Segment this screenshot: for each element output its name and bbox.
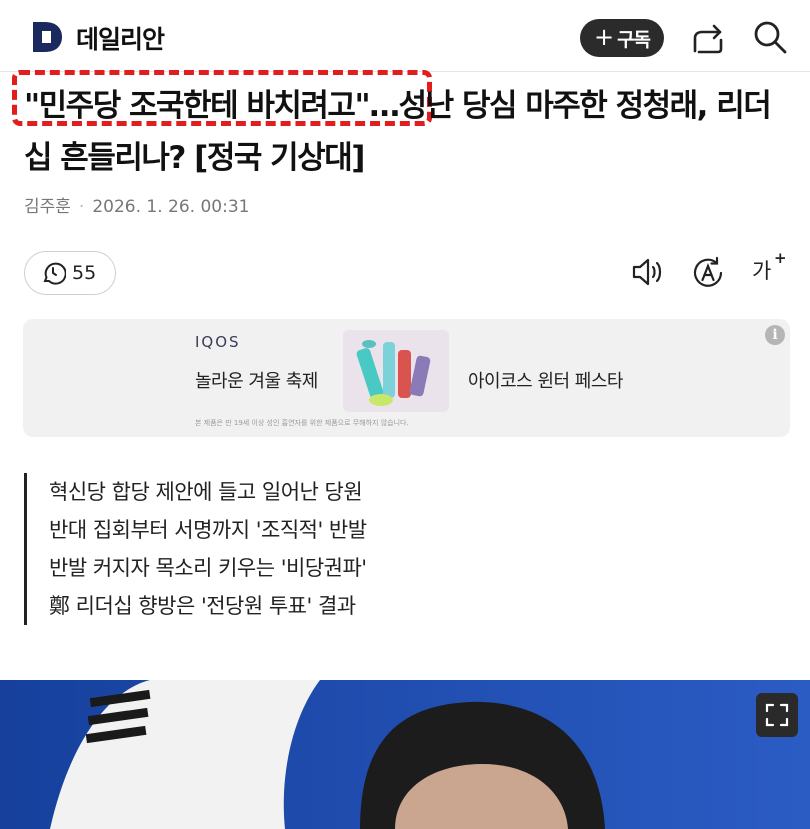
expand-photo-button[interactable] [756,693,798,737]
byline-separator: · [78,197,85,217]
search-icon[interactable] [752,19,788,55]
font-size-label: 가 [752,259,772,283]
summary-item: 혁신당 합당 제안에 들고 일어난 당원 [49,480,363,504]
comment-count: 55 [72,262,97,284]
article-photo[interactable] [0,680,810,829]
summary-item: 반대 집회부터 서명까지 '조직적' 반발 [49,518,367,542]
font-size-button[interactable]: 가 + [752,249,788,289]
subscribe-label: 구독 [617,28,651,51]
comment-button[interactable]: 55 [24,251,116,295]
ad-brand-logo: IQOS [195,333,241,351]
share-icon[interactable] [690,21,726,55]
top-bar: 데일리안 + 구독 [0,0,810,72]
ad-product-image [343,330,449,412]
article-summary: 혁신당 합당 제안에 들고 일어난 당원 반대 집회부터 서명까지 '조직적' … [24,473,367,625]
plus-icon: + [593,23,614,51]
expand-icon [765,703,789,727]
byline: 김주훈 · 2026. 1. 26. 00:31 [24,192,249,217]
ad-disclaimer: 본 제품은 만 19세 이상 성인 흡연자를 위한 제품으로 무해하지 않습니다… [195,419,409,427]
summary-item: 반발 커지자 목소리 키우는 '비당권파' [49,556,367,580]
font-size-plus-icon: + [774,249,787,267]
logo-text[interactable]: 데일리안 [76,20,165,56]
article-headline: "민주당 조국한테 바치려고"…성난 당심 마주한 정청래, 리더십 흔들리나?… [24,88,772,176]
logo-icon[interactable] [30,20,64,54]
speaker-icon[interactable] [630,254,666,290]
info-icon[interactable]: i [765,325,785,345]
ad-tagline: 놀라운 겨울 축제 [195,371,318,392]
ad-title: 아이코스 윈터 페스타 [468,371,623,392]
subscribe-button[interactable]: + 구독 [580,19,664,57]
advertisement-banner[interactable]: IQOS 놀라운 겨울 축제 아이코스 윈터 페스타 본 제품은 만 19세 이… [23,319,790,437]
clock-comment-icon [43,262,66,285]
summary-item: 鄭 리더십 향방은 '전당원 투표' 결과 [49,594,356,618]
publish-date: 2026. 1. 26. 00:31 [92,197,250,217]
author-name[interactable]: 김주훈 [24,197,71,217]
translate-icon[interactable] [690,255,726,291]
